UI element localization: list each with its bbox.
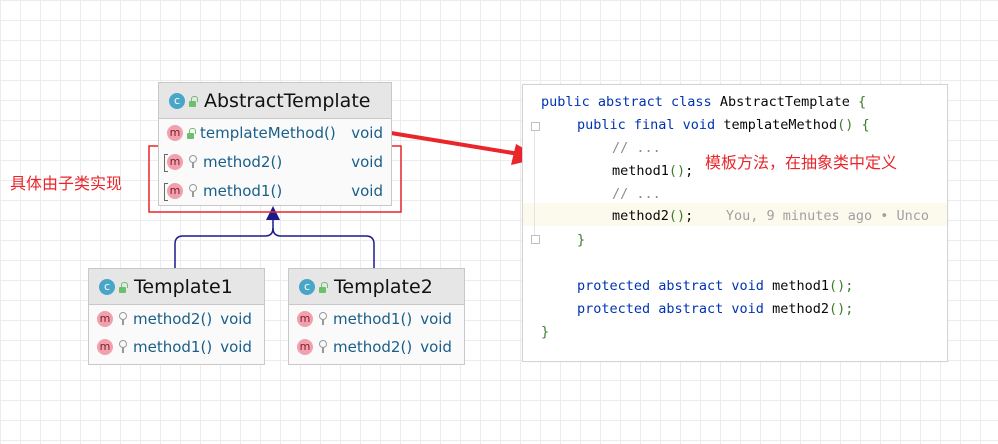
- template1-class[interactable]: c Template1 m method2() void m method1()…: [88, 268, 265, 365]
- method-name: templateMethod(): [200, 124, 336, 142]
- protected-key-icon: [319, 340, 327, 353]
- code-paren: (): [668, 163, 686, 179]
- method-row[interactable]: m method2() void: [289, 333, 464, 361]
- method-icon: m: [97, 311, 113, 327]
- method-name: method1(): [203, 181, 283, 200]
- code-editor-panel[interactable]: public abstract class AbstractTemplate {…: [522, 84, 948, 362]
- code-identifier: method2: [612, 208, 669, 224]
- code-keyword: public abstract class: [541, 94, 712, 110]
- class-icon: c: [299, 278, 315, 295]
- code-line-11: }: [523, 321, 947, 344]
- method-icon: m: [97, 339, 113, 355]
- inheritance-line-template1: [174, 214, 274, 268]
- template-method-pointer-line: [390, 131, 526, 157]
- protected-key-icon: [189, 183, 197, 197]
- class-name: Template2: [334, 275, 433, 298]
- code-brace: }: [541, 324, 550, 340]
- code-keyword: protected abstract void: [577, 278, 764, 294]
- code-paren: (): [837, 117, 854, 133]
- code-line-5: // ...: [523, 183, 947, 206]
- method-icon: m: [297, 339, 313, 355]
- public-lock-icon: [119, 281, 128, 293]
- inheritance-line-template2: [272, 227, 375, 268]
- method-return-type: void: [351, 181, 383, 200]
- code-paren: ();: [828, 301, 854, 317]
- code-brace: }: [577, 232, 586, 248]
- code-brace: {: [861, 117, 870, 133]
- code-line-1: public abstract class AbstractTemplate {: [523, 91, 947, 114]
- code-comment: // ...: [612, 140, 661, 156]
- method-name: method2(): [203, 152, 283, 171]
- code-keyword: public final void: [577, 117, 716, 133]
- inheritance-arrowhead: [266, 206, 280, 220]
- class-icon: c: [169, 92, 185, 109]
- method-icon: m: [297, 311, 313, 327]
- method-row[interactable]: m method2() void: [159, 147, 391, 176]
- template2-class[interactable]: c Template2 m method1() void m method2()…: [288, 268, 465, 365]
- method-return-type: void: [420, 310, 452, 328]
- template2-header: c Template2: [289, 269, 464, 305]
- code-keyword: protected abstract void: [577, 301, 764, 317]
- protected-key-icon: [119, 312, 127, 325]
- git-blame-annotation: You, 9 minutes ago • Unco: [725, 208, 930, 224]
- class-icon: c: [99, 278, 115, 295]
- public-lock-icon: [187, 128, 196, 139]
- code-line-9: protected abstract void method1();: [523, 275, 947, 298]
- code-semicolon: ;: [685, 163, 694, 179]
- protected-key-icon: [189, 154, 197, 168]
- code-identifier: method1: [772, 278, 829, 294]
- method-name: method2(): [133, 310, 213, 328]
- method-row[interactable]: m templateMethod() void: [159, 119, 391, 147]
- code-line-7: }: [523, 229, 947, 252]
- code-identifier: method2: [772, 301, 829, 317]
- code-line-10: protected abstract void method2();: [523, 298, 947, 321]
- abstract-method-icon: m: [164, 153, 183, 172]
- method-row[interactable]: m method1() void: [159, 176, 391, 205]
- method-return-type: void: [351, 152, 383, 171]
- code-line-2: public final void templateMethod() {: [523, 114, 947, 137]
- code-identifier: templateMethod: [723, 117, 838, 133]
- method-return-type: void: [220, 338, 252, 356]
- code-paren: ();: [828, 278, 854, 294]
- method-return-type: void: [420, 338, 452, 356]
- code-semicolon: ;: [685, 208, 694, 224]
- abstract-method-icon: m: [164, 182, 183, 201]
- method-icon: m: [167, 125, 183, 141]
- method-name: method1(): [133, 338, 213, 356]
- template-method-label: 模板方法，在抽象类中定义: [705, 149, 898, 173]
- method-name: method1(): [333, 310, 413, 328]
- class-name: AbstractTemplate: [204, 89, 371, 112]
- code-identifier: method1: [612, 163, 669, 179]
- method-row[interactable]: m method1() void: [89, 333, 264, 361]
- code-paren: (): [668, 208, 686, 224]
- public-lock-icon: [319, 281, 328, 293]
- code-line-6: method2(); You, 9 minutes ago • Unco: [523, 205, 947, 228]
- method-row[interactable]: m method1() void: [289, 305, 464, 333]
- method-name: method2(): [333, 338, 413, 356]
- protected-key-icon: [119, 340, 127, 353]
- code-brace: {: [858, 94, 867, 110]
- method-return-type: void: [351, 124, 383, 142]
- template1-header: c Template1: [89, 269, 264, 305]
- method-return-type: void: [220, 310, 252, 328]
- class-name: Template1: [134, 275, 233, 298]
- method-row[interactable]: m method2() void: [89, 305, 264, 333]
- code-comment: // ...: [612, 186, 661, 202]
- abstract-template-class[interactable]: c AbstractTemplate m templateMethod() vo…: [158, 82, 392, 206]
- code-identifier: AbstractTemplate: [719, 94, 850, 110]
- public-lock-icon: [189, 95, 198, 107]
- protected-key-icon: [319, 312, 327, 325]
- abstract-template-header: c AbstractTemplate: [159, 83, 391, 119]
- subclass-impl-label: 具体由子类实现: [10, 174, 123, 193]
